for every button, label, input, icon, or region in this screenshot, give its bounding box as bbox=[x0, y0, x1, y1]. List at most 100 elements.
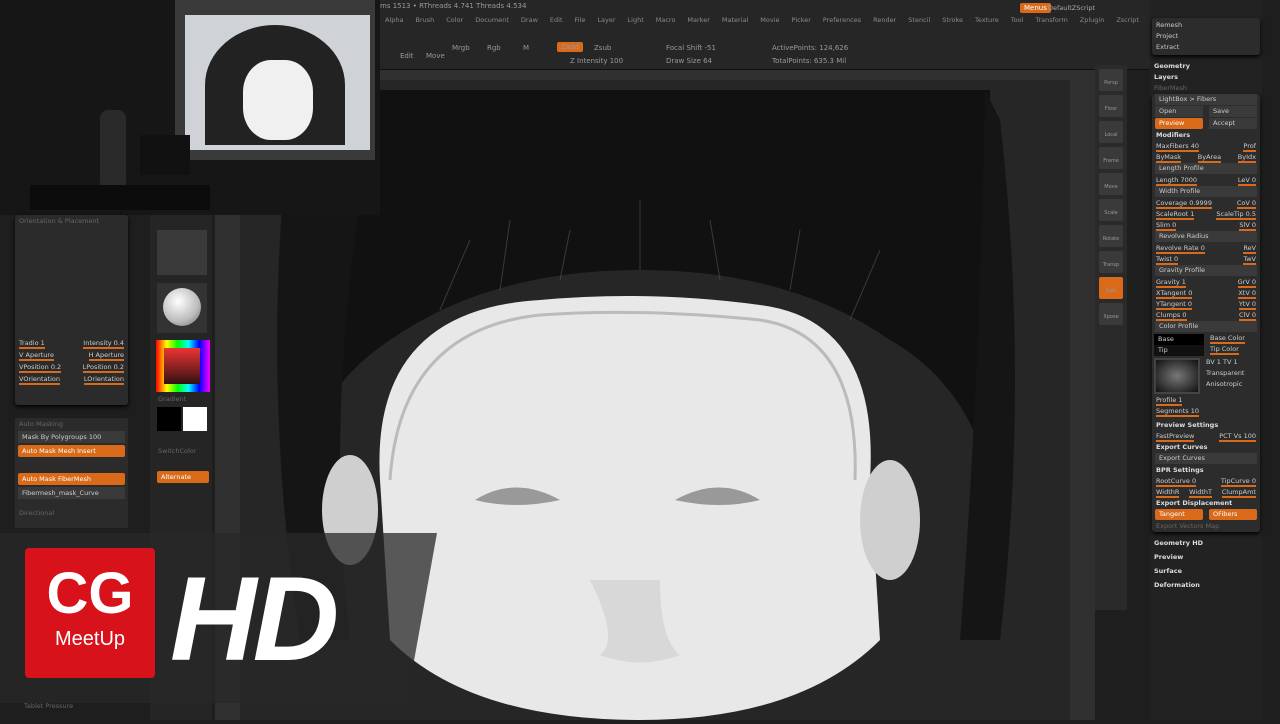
lposition-slider[interactable]: LPosition 0.2 bbox=[82, 361, 124, 373]
pct-slider[interactable]: PCT Vs 100 bbox=[1219, 431, 1256, 442]
root-curve-slider[interactable]: RootCurve 0 bbox=[1156, 476, 1197, 487]
modifier-slider[interactable]: Coverage 0.9999 bbox=[1156, 198, 1212, 209]
menu-item[interactable]: Macro bbox=[656, 16, 676, 24]
auto-mask-mesh-insert-button[interactable]: Auto Mask Mesh Insert bbox=[18, 445, 125, 457]
shelf-floor-button[interactable]: Floor bbox=[1099, 95, 1123, 117]
modifiers-section[interactable]: Modifiers bbox=[1152, 130, 1260, 141]
ofibers-button[interactable]: OFibers bbox=[1209, 509, 1257, 520]
width-r-slider[interactable]: WidthR bbox=[1156, 487, 1180, 498]
deformation-section[interactable]: Deformation bbox=[1150, 580, 1262, 594]
lightbox-fibers-button[interactable]: LightBox > Fibers bbox=[1155, 94, 1257, 105]
menu-item[interactable]: Texture bbox=[975, 16, 999, 24]
modifier-slider[interactable]: XTangent 0 bbox=[1156, 288, 1193, 299]
texture-thumb[interactable] bbox=[157, 230, 207, 275]
geometry-section[interactable]: Geometry bbox=[1150, 61, 1262, 72]
h-aperture-slider[interactable]: H Aperture bbox=[88, 349, 124, 361]
mask-by-polygroups-slider[interactable]: Mask By Polygroups 100 bbox=[18, 431, 125, 443]
modifier-slider[interactable]: YtV 0 bbox=[1238, 299, 1256, 310]
modifier-slider[interactable]: GrV 0 bbox=[1237, 277, 1256, 288]
menu-item[interactable]: Edit bbox=[550, 16, 563, 24]
modifier-slider[interactable]: ClV 0 bbox=[1239, 310, 1256, 321]
modifier-slider[interactable]: Width Profile bbox=[1159, 187, 1200, 195]
modifier-slider[interactable]: Revolve Radius bbox=[1159, 232, 1209, 240]
menu-item[interactable]: Preferences bbox=[823, 16, 861, 24]
tangent-button[interactable]: Tangent bbox=[1155, 509, 1203, 520]
geometry-hd-section[interactable]: Geometry HD bbox=[1150, 538, 1262, 552]
auto-mask-fibermesh-button[interactable]: Auto Mask FiberMesh bbox=[18, 473, 125, 485]
menu-item[interactable]: Material bbox=[722, 16, 748, 24]
menu-item[interactable]: Brush bbox=[415, 16, 434, 24]
menu-item[interactable]: Stroke bbox=[942, 16, 963, 24]
modifier-slider[interactable]: ByMask bbox=[1156, 152, 1182, 163]
shelf-scale-button[interactable]: Scale bbox=[1099, 199, 1123, 221]
move-button[interactable]: Move bbox=[426, 52, 445, 60]
export-vectors-map-button[interactable]: Export Vectors Map bbox=[1152, 521, 1260, 532]
profile-slider[interactable]: Profile 1 bbox=[1156, 395, 1183, 406]
zadd-button[interactable]: Zadd bbox=[557, 42, 583, 52]
modifier-slider[interactable]: Length 7000 bbox=[1156, 175, 1198, 186]
bv-slider[interactable]: BV 1 bbox=[1206, 358, 1221, 366]
width-t-slider[interactable]: WidthT bbox=[1189, 487, 1212, 498]
export-displacement-section[interactable]: Export Displacement bbox=[1152, 498, 1260, 509]
menu-item[interactable]: Document bbox=[475, 16, 509, 24]
layers-section[interactable]: Layers bbox=[1150, 72, 1262, 83]
fibermesh-mask-curve[interactable]: Fibermesh_mask_Curve bbox=[18, 487, 125, 499]
modifier-slider[interactable]: CoV 0 bbox=[1236, 198, 1256, 209]
secondary-color-swatch[interactable] bbox=[183, 407, 207, 431]
rgb-button[interactable]: Rgb bbox=[487, 44, 501, 52]
modifier-slider[interactable]: ScaleRoot 1 bbox=[1156, 209, 1195, 220]
shelf-persp-button[interactable]: Persp bbox=[1099, 69, 1123, 91]
vposition-slider[interactable]: VPosition 0.2 bbox=[19, 361, 62, 373]
modifier-slider[interactable]: MaxFibers 40 bbox=[1156, 141, 1200, 152]
project-button[interactable]: Project bbox=[1152, 31, 1260, 42]
main-color-swatch[interactable] bbox=[157, 407, 181, 431]
fiber-material-thumb[interactable] bbox=[1154, 358, 1200, 394]
modifier-slider[interactable]: Revolve Rate 0 bbox=[1156, 243, 1205, 254]
color-picker[interactable] bbox=[156, 340, 210, 392]
modifier-slider[interactable]: TwV bbox=[1243, 254, 1256, 265]
tv-slider[interactable]: TV 1 bbox=[1223, 358, 1238, 366]
gradient-label[interactable]: Gradient bbox=[154, 393, 216, 405]
intensity-slider[interactable]: Intensity 0.4 bbox=[83, 337, 124, 349]
menu-item[interactable]: Transform bbox=[1035, 16, 1067, 24]
shelf-rotate-button[interactable]: Rotate bbox=[1099, 225, 1123, 247]
fibermesh-section[interactable]: FiberMesh bbox=[1150, 83, 1262, 94]
v-aperture-slider[interactable]: V Aperture bbox=[19, 349, 54, 361]
bpr-settings-section[interactable]: BPR Settings bbox=[1152, 465, 1260, 476]
menu-item[interactable]: Alpha bbox=[385, 16, 403, 24]
anisotropic-toggle[interactable]: Anisotropic bbox=[1202, 379, 1244, 390]
modifier-slider[interactable]: Length Profile bbox=[1159, 164, 1204, 172]
menu-item[interactable]: Render bbox=[873, 16, 896, 24]
modifier-slider[interactable]: Twist 0 bbox=[1156, 254, 1179, 265]
modifier-slider[interactable]: ReV bbox=[1243, 243, 1256, 254]
extract-button[interactable]: Extract bbox=[1152, 42, 1260, 53]
modifier-slider[interactable]: Prof bbox=[1243, 141, 1256, 152]
draw-size-slider[interactable]: Draw Size 64 bbox=[666, 57, 712, 65]
shelf-transp-button[interactable]: Transp bbox=[1099, 251, 1123, 273]
export-curves-section[interactable]: Export Curves bbox=[1152, 442, 1260, 453]
segments-slider[interactable]: Segments 10 bbox=[1156, 406, 1199, 417]
tip-color-button[interactable]: Tip Color bbox=[1210, 344, 1239, 355]
remesh-button[interactable]: Remesh bbox=[1152, 20, 1260, 31]
modifier-slider[interactable]: Clumps 0 bbox=[1156, 310, 1187, 321]
menu-item[interactable]: File bbox=[575, 16, 586, 24]
base-color-swatch[interactable]: Base bbox=[1154, 334, 1204, 345]
shelf-frame-button[interactable]: Frame bbox=[1099, 147, 1123, 169]
modifier-slider[interactable]: SlV 0 bbox=[1239, 220, 1256, 231]
menu-item[interactable]: Layer bbox=[597, 16, 615, 24]
menu-item[interactable]: Tool bbox=[1011, 16, 1024, 24]
switch-color-button[interactable]: SwitchColor bbox=[154, 445, 216, 457]
mrgb-button[interactable]: Mrgb bbox=[452, 44, 470, 52]
modifier-slider[interactable]: ByArea bbox=[1197, 152, 1222, 163]
zsub-button[interactable]: Zsub bbox=[594, 44, 611, 52]
modifier-slider[interactable]: Gravity 1 bbox=[1156, 277, 1186, 288]
shelf-move-button[interactable]: Move bbox=[1099, 173, 1123, 195]
menu-item[interactable]: Picker bbox=[792, 16, 811, 24]
z-intensity-slider[interactable]: Z Intensity 100 bbox=[570, 57, 623, 65]
menu-item[interactable]: Zscript bbox=[1116, 16, 1139, 24]
tip-color-swatch[interactable]: Tip bbox=[1154, 345, 1204, 356]
menus-button[interactable]: Menus bbox=[1020, 3, 1051, 13]
menu-item[interactable]: Marker bbox=[687, 16, 709, 24]
modifier-slider[interactable]: Color Profile bbox=[1159, 322, 1198, 330]
menu-item[interactable]: Draw bbox=[521, 16, 538, 24]
